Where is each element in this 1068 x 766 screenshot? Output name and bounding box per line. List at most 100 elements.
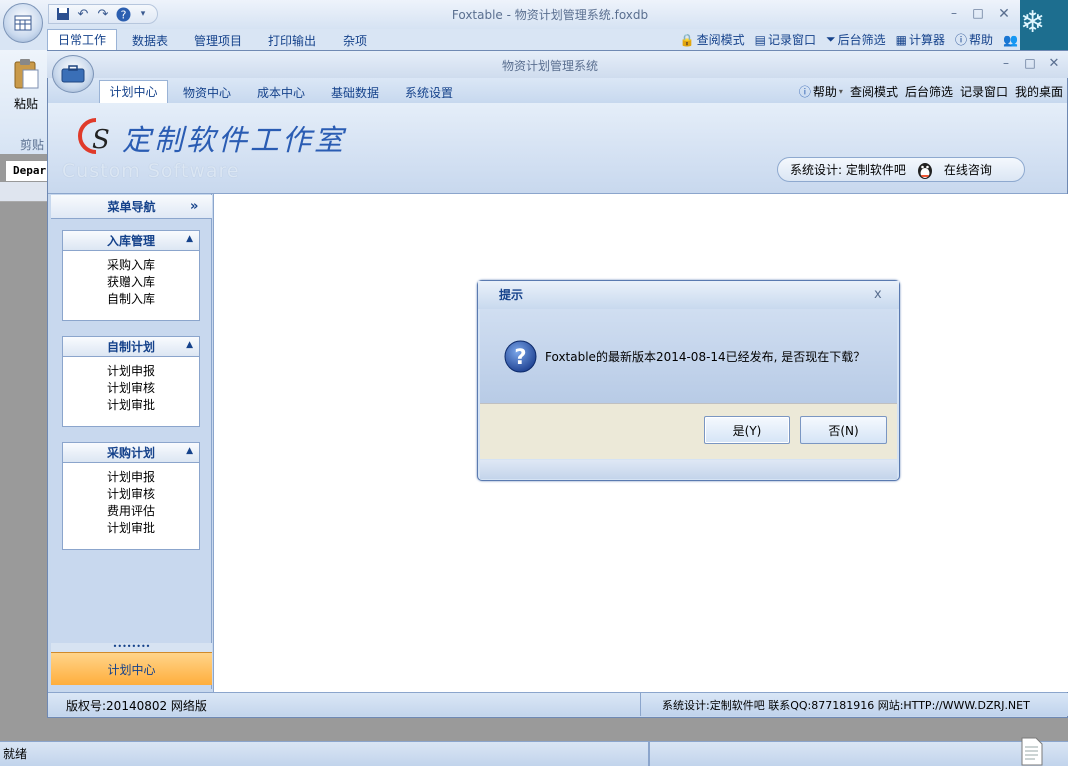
- logo-icon: S: [72, 112, 116, 160]
- redo-icon[interactable]: ↷: [95, 6, 111, 22]
- calculator-button[interactable]: ▦ 计算器: [896, 31, 945, 48]
- nav-footer-plan-center[interactable]: 计划中心: [51, 652, 212, 685]
- app-menu-button[interactable]: [3, 3, 43, 43]
- group-header-purchase-plan[interactable]: 采购计划 ▲: [62, 442, 200, 463]
- svg-text:?: ?: [120, 8, 126, 21]
- record-window-button[interactable]: ▤ 记录窗口: [755, 31, 816, 48]
- tab-material-center[interactable]: 物资中心: [183, 84, 231, 101]
- tab-base-data[interactable]: 基础数据: [331, 84, 379, 101]
- online-consult-link[interactable]: 在线咨询: [944, 161, 992, 178]
- inner-window-title: 物资计划管理系统: [501, 59, 598, 73]
- inner-minimize-icon[interactable]: –: [996, 56, 1016, 70]
- group-list-inbound: 采购入库 获赠入库 自制入库: [62, 251, 200, 321]
- chevron-up-icon: ▲: [186, 340, 193, 350]
- document-icon: [1020, 737, 1044, 766]
- collapse-nav-icon[interactable]: »: [190, 199, 198, 214]
- svg-text:S: S: [92, 125, 110, 155]
- chevron-up-icon: ▲: [186, 234, 193, 244]
- document-tab[interactable]: Depar: [5, 160, 49, 182]
- logo-english-text: Custom Software: [62, 160, 240, 182]
- nav-item-plan-apply[interactable]: 计划申报: [63, 363, 199, 380]
- yes-button[interactable]: 是(Y): [704, 416, 790, 444]
- dialog-message: Foxtable的最新版本2014-08-14已经发布, 是否现在下载？: [545, 350, 866, 364]
- dialog-bottom-strip: [480, 460, 897, 479]
- nav-item-plan-review[interactable]: 计划审核: [63, 380, 199, 397]
- group-list-self-plan: 计划申报 计划审核 计划审批: [62, 357, 200, 427]
- group-header-self-plan[interactable]: 自制计划 ▲: [62, 336, 200, 357]
- tab-daily-work[interactable]: 日常工作: [47, 29, 117, 51]
- grid-corner: [0, 182, 48, 202]
- outer-window-title: Foxtable - 物资计划管理系统.foxdb: [451, 8, 649, 22]
- chevron-up-icon: ▲: [186, 446, 193, 456]
- dialog-titlebar[interactable]: [478, 281, 899, 309]
- group-header-inbound[interactable]: 入库管理 ▲: [62, 230, 200, 251]
- briefcase-icon: [61, 65, 85, 83]
- tab-misc[interactable]: 杂项: [343, 32, 367, 49]
- help-icon: ⓘ: [955, 33, 968, 47]
- my-desktop-button[interactable]: 我的桌面: [1015, 83, 1063, 100]
- nav-item-purchase-apply[interactable]: 计划申报: [63, 469, 199, 486]
- nav-item-gift-inbound[interactable]: 获赠入库: [63, 274, 199, 291]
- outer-statusbar: [0, 741, 1068, 766]
- close-icon[interactable]: ✕: [994, 6, 1014, 22]
- inner-help-button[interactable]: ⓘ 帮助 ▾: [799, 83, 843, 100]
- contact-status: 系统设计:定制软件吧 联系QQ:877181916 网站:HTTP://WWW.…: [662, 699, 1030, 712]
- tab-system-settings[interactable]: 系统设置: [405, 84, 453, 101]
- nav-item-purchase-inbound[interactable]: 采购入库: [63, 257, 199, 274]
- chevron-down-icon: ▾: [838, 87, 843, 96]
- tab-manage-project[interactable]: 管理项目: [194, 32, 242, 49]
- no-button[interactable]: 否(N): [800, 416, 887, 444]
- nav-item-purchase-review[interactable]: 计划审核: [63, 486, 199, 503]
- lock-icon: 🔒: [679, 32, 695, 47]
- consult-bar: 系统设计: 定制软件吧 在线咨询: [777, 157, 1025, 182]
- designer-label: 系统设计: 定制软件吧: [790, 163, 906, 177]
- svg-text:?: ?: [514, 345, 526, 369]
- help-icon: ⓘ: [798, 85, 811, 99]
- app-menu-icon: [14, 15, 32, 31]
- dialog-close-icon[interactable]: x: [874, 287, 882, 302]
- users-icon[interactable]: 👥: [1003, 33, 1018, 47]
- tab-data-tables[interactable]: 数据表: [132, 32, 168, 49]
- nav-item-cost-evaluate[interactable]: 费用评估: [63, 503, 199, 520]
- dialog-title: 提示: [499, 288, 524, 302]
- quick-access-toolbar: ↶ ↷ ? ▾: [48, 4, 158, 24]
- undo-icon[interactable]: ↶: [75, 6, 91, 22]
- paste-label[interactable]: 粘贴: [14, 95, 38, 112]
- minimize-icon[interactable]: –: [944, 6, 964, 20]
- background-filter-button[interactable]: ⏷ 后台筛选: [826, 31, 886, 48]
- inner-background-filter-button[interactable]: 后台筛选: [905, 83, 953, 100]
- window-icon: ▤: [754, 32, 767, 47]
- inner-right-toolbar: ⓘ 帮助 ▾ 查阅模式 后台筛选 记录窗口 我的桌面: [799, 83, 1063, 100]
- snowflake-icon: ❄: [1020, 5, 1046, 40]
- nav-item-plan-approve[interactable]: 计划审批: [63, 397, 199, 414]
- nav-title: 菜单导航: [51, 195, 212, 219]
- maximize-icon[interactable]: □: [968, 6, 988, 20]
- nav-item-purchase-approve[interactable]: 计划审批: [63, 520, 199, 537]
- logo-chinese-text: 定制软件工作室: [122, 123, 347, 157]
- nav-item-self-made-inbound[interactable]: 自制入库: [63, 291, 199, 308]
- copyright-status: 版权号:20140802 网络版: [66, 699, 207, 713]
- filter-icon: ⏷: [826, 32, 836, 46]
- status-divider: [648, 741, 650, 766]
- save-icon[interactable]: [55, 6, 71, 22]
- tab-print-output[interactable]: 打印输出: [268, 32, 316, 49]
- read-mode-button[interactable]: 🔒 查阅模式: [680, 31, 745, 48]
- status-ready: 就绪: [3, 747, 28, 761]
- qq-penguin-icon: [916, 160, 934, 180]
- customize-qat-icon[interactable]: ▾: [135, 6, 151, 22]
- clipboard-group-label: 剪贴: [20, 138, 45, 152]
- outer-right-toolbar: 🔒 查阅模式 ▤ 记录窗口 ⏷ 后台筛选 ▦ 计算器 ⓘ 帮助 👥: [680, 31, 1018, 48]
- inner-read-mode-button[interactable]: 查阅模式: [850, 83, 898, 100]
- inner-menu-button[interactable]: [52, 55, 94, 93]
- tab-cost-center[interactable]: 成本中心: [257, 84, 305, 101]
- tab-plan-center[interactable]: 计划中心: [99, 80, 168, 104]
- question-icon: ?: [504, 340, 537, 373]
- group-list-purchase-plan: 计划申报 计划审核 费用评估 计划审批: [62, 463, 200, 550]
- paste-icon[interactable]: [12, 58, 40, 90]
- calculator-icon: ▦: [895, 32, 907, 47]
- help-button[interactable]: ⓘ 帮助: [955, 31, 993, 48]
- inner-record-window-button[interactable]: 记录窗口: [960, 83, 1008, 100]
- help-icon[interactable]: ?: [115, 6, 131, 22]
- inner-maximize-icon[interactable]: □: [1020, 56, 1040, 70]
- inner-close-icon[interactable]: ✕: [1044, 56, 1064, 71]
